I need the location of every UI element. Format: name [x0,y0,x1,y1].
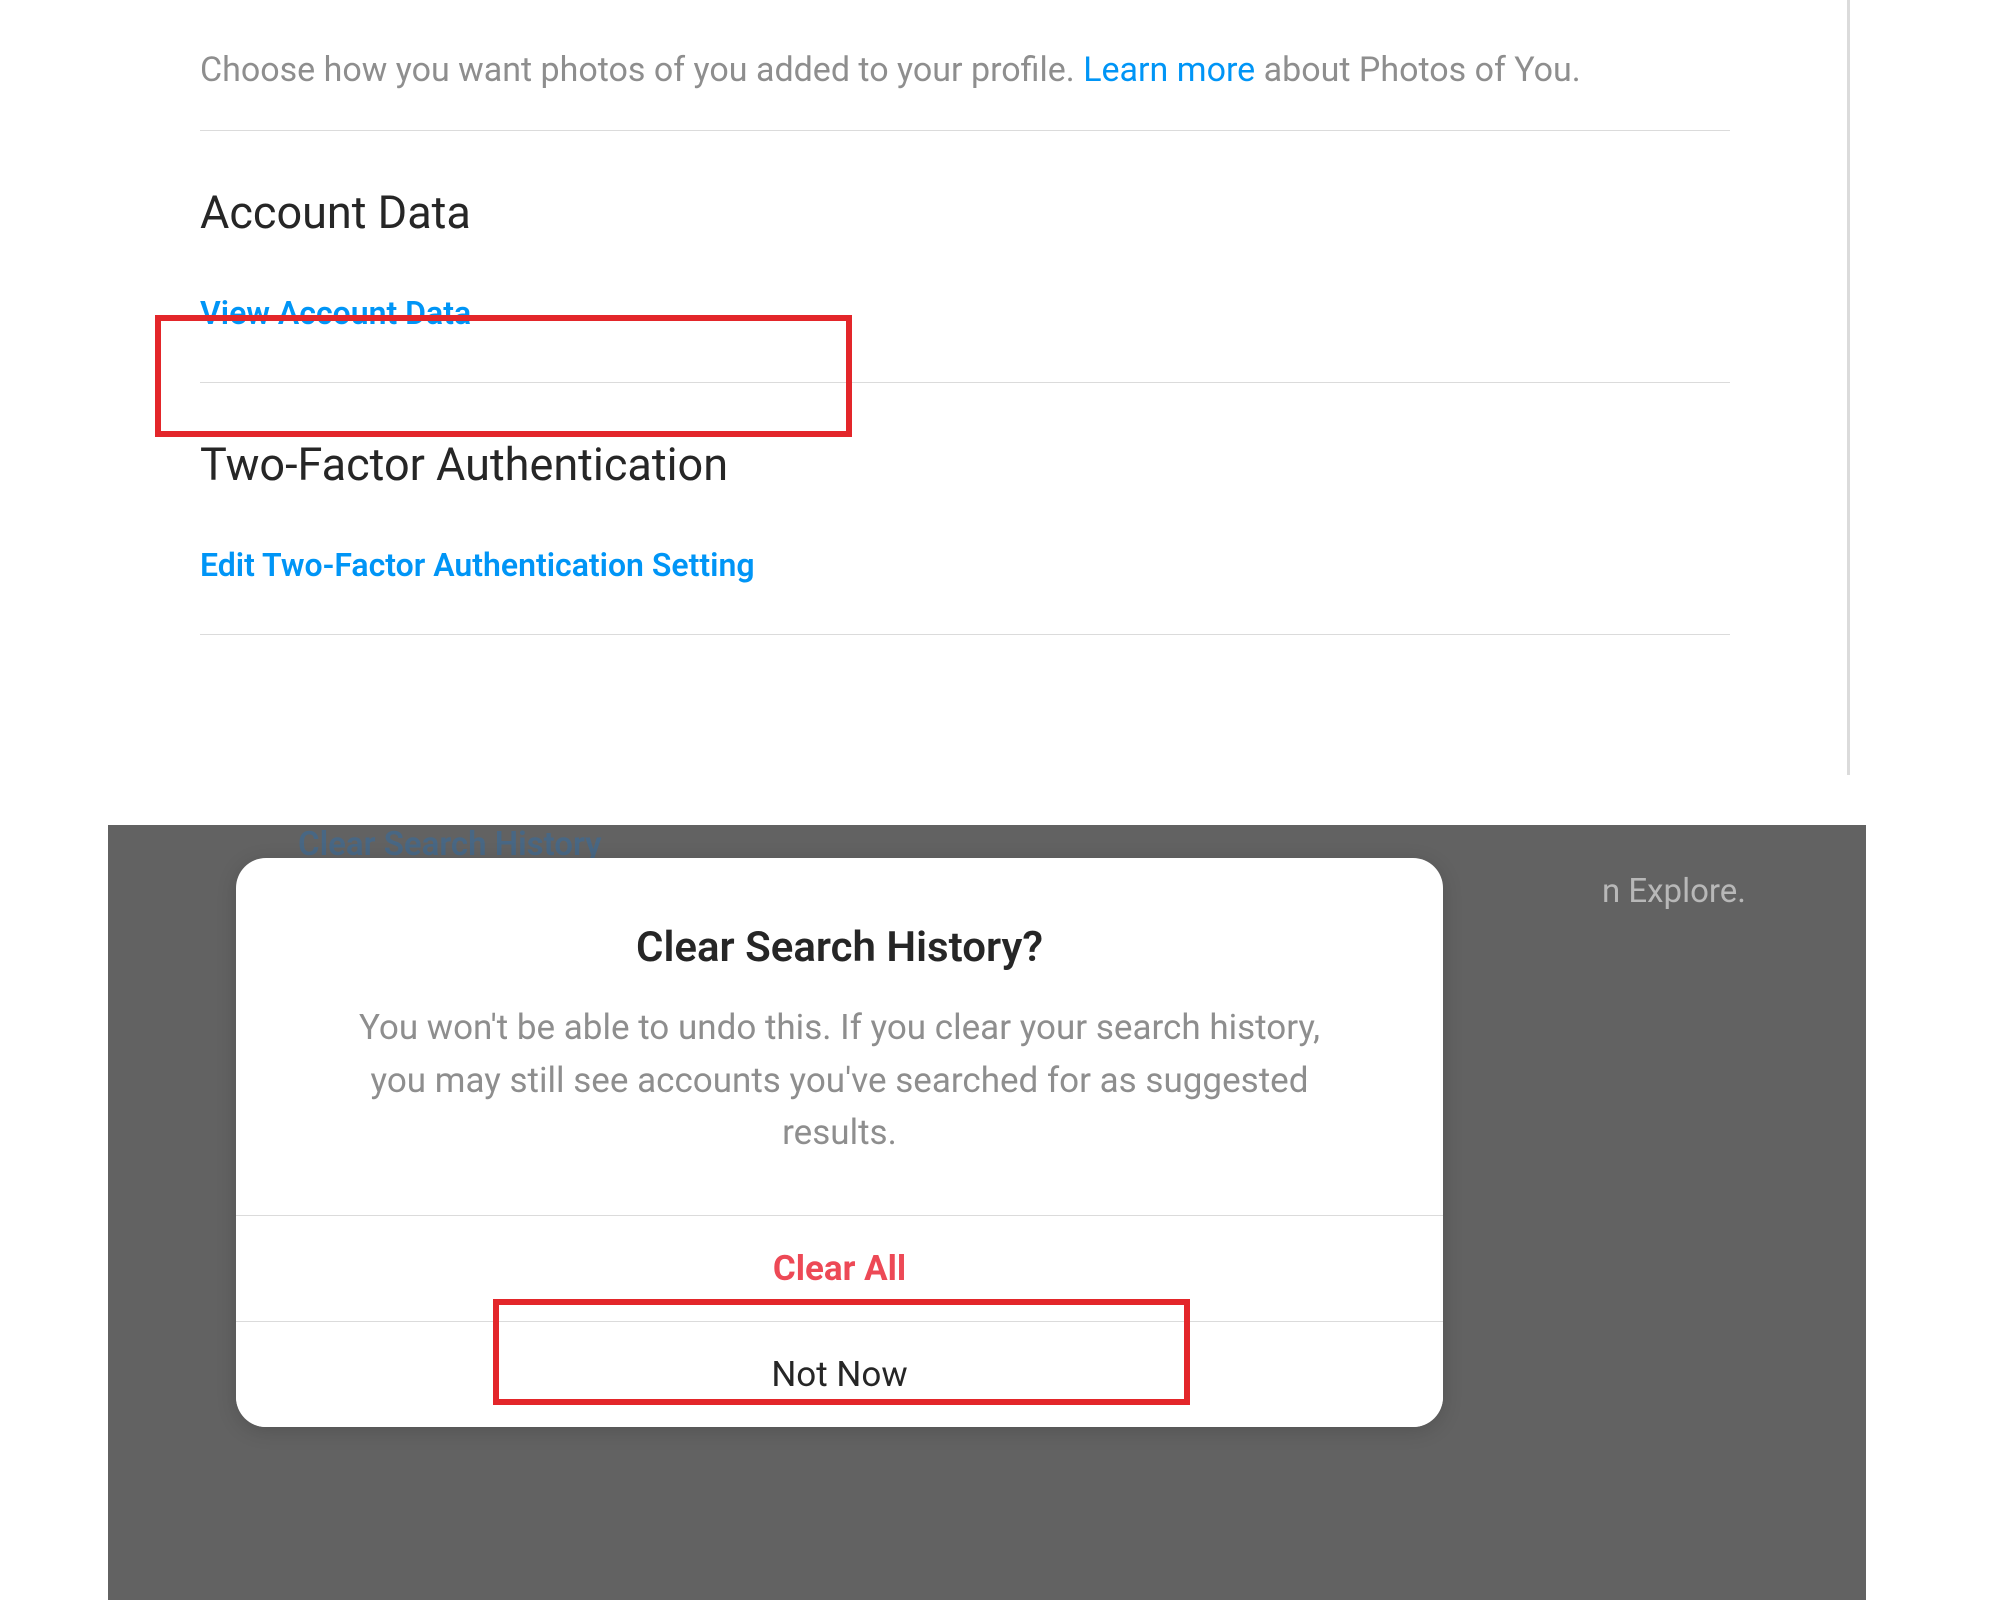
description-prefix: Choose how you want photos of you added … [200,50,1083,90]
dialog-body-text: You won't be able to undo this. If you c… [316,1002,1363,1160]
edit-two-factor-link[interactable]: Edit Two-Factor Authentication Setting [200,546,755,584]
clear-search-history-dialog: Clear Search History? You won't be able … [236,858,1443,1427]
panel-right-border [1847,0,1850,775]
dialog-title: Clear Search History? [316,923,1363,972]
explore-text-fragment: n Explore. [1602,872,1746,911]
section-divider [200,130,1730,131]
settings-panel-lower-overlay: Clear Search History n Explore. Clear Se… [108,825,1866,1600]
view-account-data-link[interactable]: View Account Data [200,294,471,332]
section-divider [200,634,1730,635]
settings-panel-upper: Choose how you want photos of you added … [0,0,1900,795]
section-divider [200,382,1730,383]
learn-more-link[interactable]: Learn more [1083,50,1255,90]
two-factor-heading: Two-Factor Authentication [200,438,1900,491]
not-now-button[interactable]: Not Now [236,1321,1443,1427]
account-data-heading: Account Data [200,186,1900,239]
photos-of-you-description: Choose how you want photos of you added … [200,50,1900,90]
annotation-highlight-box [155,315,852,437]
dialog-header: Clear Search History? You won't be able … [236,858,1443,1215]
description-suffix: about Photos of You. [1255,50,1581,90]
clear-all-button[interactable]: Clear All [236,1215,1443,1321]
